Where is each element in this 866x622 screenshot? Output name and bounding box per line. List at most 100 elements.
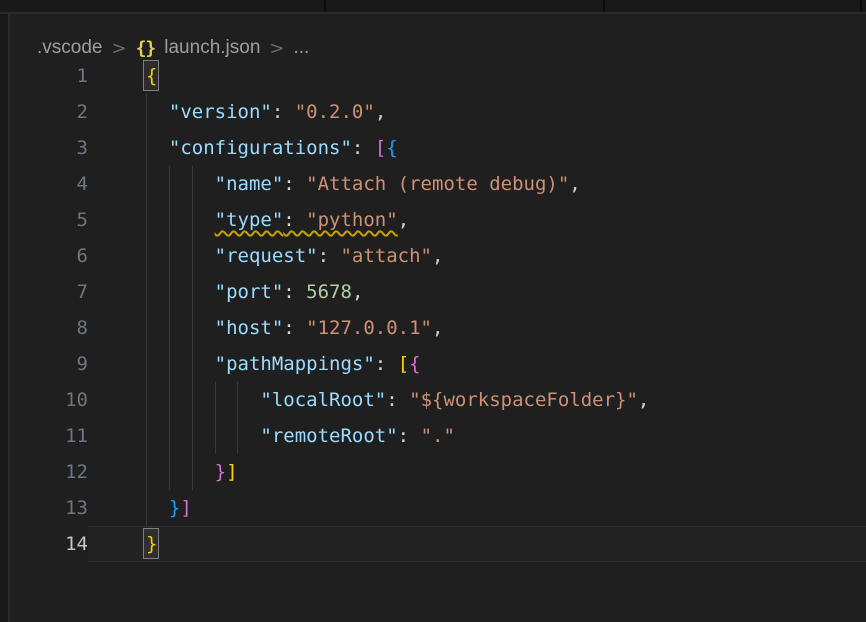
code-text: "pathMappings": [{	[146, 346, 421, 382]
tab-separator	[324, 0, 326, 12]
token: "type"	[215, 209, 284, 231]
tab-separator	[860, 0, 862, 12]
code-area: 1{2 "version": "0.2.0",3 "configurations…	[10, 58, 866, 562]
token: "version"	[169, 101, 272, 123]
line-number[interactable]: 11	[10, 418, 88, 454]
token: "remoteRoot"	[260, 425, 397, 447]
line-number[interactable]: 7	[10, 274, 88, 310]
tab-separator	[603, 0, 605, 12]
code-line-1[interactable]: 1{	[10, 58, 866, 94]
token: ,	[375, 101, 386, 123]
token: "127.0.0.1"	[306, 317, 432, 339]
token: "${workspaceFolder}"	[409, 389, 638, 411]
breadcrumb-item-file[interactable]: launch.json	[164, 37, 260, 59]
token: "host"	[215, 317, 284, 339]
warning-squiggle: "type": "python"	[215, 209, 398, 231]
code-text: "remoteRoot": "."	[146, 418, 455, 454]
editor-pane[interactable]: .vscode > {} launch.json > ... 1{2 "vers…	[10, 14, 866, 622]
token: :	[283, 281, 306, 303]
code-text: "name": "Attach (remote debug)",	[146, 166, 581, 202]
code-line-4[interactable]: 4 "name": "Attach (remote debug)",	[10, 166, 866, 202]
code-text: "request": "attach",	[146, 238, 443, 274]
token: :	[398, 425, 421, 447]
token: :	[352, 137, 375, 159]
line-number[interactable]: 5	[10, 202, 88, 238]
bracket-match: }	[146, 533, 157, 555]
token: :	[283, 317, 306, 339]
code-line-11[interactable]: 11 "remoteRoot": "."	[10, 418, 866, 454]
token: :	[272, 101, 295, 123]
code-line-7[interactable]: 7 "port": 5678,	[10, 274, 866, 310]
breadcrumb-ellipsis[interactable]: ...	[293, 37, 309, 59]
code-text: }	[146, 526, 157, 562]
line-number[interactable]: 2	[10, 94, 88, 130]
code-text: }]	[146, 490, 192, 526]
token: ]	[226, 461, 237, 483]
line-number[interactable]: 14	[10, 526, 88, 562]
token: ]	[180, 497, 191, 519]
code-text: }]	[146, 454, 238, 490]
token: "request"	[215, 245, 318, 267]
code-text: {	[146, 58, 157, 94]
token: "name"	[215, 173, 284, 195]
token: "python"	[306, 209, 398, 231]
chevron-right-icon: >	[269, 38, 284, 59]
token: ,	[432, 317, 443, 339]
token: :	[318, 245, 341, 267]
token: [	[375, 137, 386, 159]
token: ,	[432, 245, 443, 267]
token: ,	[398, 209, 409, 231]
token: "."	[421, 425, 455, 447]
breadcrumb-item-folder[interactable]: .vscode	[37, 37, 102, 59]
code-line-8[interactable]: 8 "host": "127.0.0.1",	[10, 310, 866, 346]
code-text: "localRoot": "${workspaceFolder}",	[146, 382, 649, 418]
code-line-3[interactable]: 3 "configurations": [{	[10, 130, 866, 166]
token: "port"	[215, 281, 284, 303]
code-text: "configurations": [{	[146, 130, 398, 166]
code-text: "host": "127.0.0.1",	[146, 310, 443, 346]
left-rail	[0, 14, 8, 622]
line-number[interactable]: 1	[10, 58, 88, 94]
token: "0.2.0"	[295, 101, 375, 123]
token: "localRoot"	[260, 389, 386, 411]
code-text: "type": "python",	[146, 202, 409, 238]
token: [	[398, 353, 409, 375]
code-line-9[interactable]: 9 "pathMappings": [{	[10, 346, 866, 382]
code-line-12[interactable]: 12 }]	[10, 454, 866, 490]
token: "pathMappings"	[215, 353, 375, 375]
chevron-right-icon: >	[111, 38, 126, 59]
code-line-10[interactable]: 10 "localRoot": "${workspaceFolder}",	[10, 382, 866, 418]
token: {	[409, 353, 420, 375]
line-number[interactable]: 3	[10, 130, 88, 166]
token: "Attach (remote debug)"	[306, 173, 569, 195]
token: }	[215, 461, 226, 483]
bracket-match: {	[146, 65, 157, 87]
code-text: "port": 5678,	[146, 274, 363, 310]
code-line-13[interactable]: 13 }]	[10, 490, 866, 526]
code-line-2[interactable]: 2 "version": "0.2.0",	[10, 94, 866, 130]
vscode-editor-window: { "breadcrumb": { "folder": ".vscode", "…	[0, 0, 866, 622]
token: ,	[352, 281, 363, 303]
line-number[interactable]: 6	[10, 238, 88, 274]
line-number[interactable]: 9	[10, 346, 88, 382]
line-number[interactable]: 10	[10, 382, 88, 418]
token: :	[375, 353, 398, 375]
token: ,	[569, 173, 580, 195]
token: }	[169, 497, 180, 519]
token: {	[386, 137, 397, 159]
line-number[interactable]: 4	[10, 166, 88, 202]
token: 5678	[306, 281, 352, 303]
json-braces-icon: {}	[136, 38, 156, 59]
token: :	[283, 173, 306, 195]
line-number[interactable]: 12	[10, 454, 88, 490]
token: :	[283, 209, 306, 231]
tab-bar	[0, 0, 866, 12]
code-line-6[interactable]: 6 "request": "attach",	[10, 238, 866, 274]
token: "configurations"	[169, 137, 352, 159]
token: :	[386, 389, 409, 411]
code-line-14[interactable]: 14}	[10, 526, 866, 562]
code-line-5[interactable]: 5 "type": "python",	[10, 202, 866, 238]
line-number[interactable]: 13	[10, 490, 88, 526]
line-number[interactable]: 8	[10, 310, 88, 346]
token: "attach"	[340, 245, 432, 267]
